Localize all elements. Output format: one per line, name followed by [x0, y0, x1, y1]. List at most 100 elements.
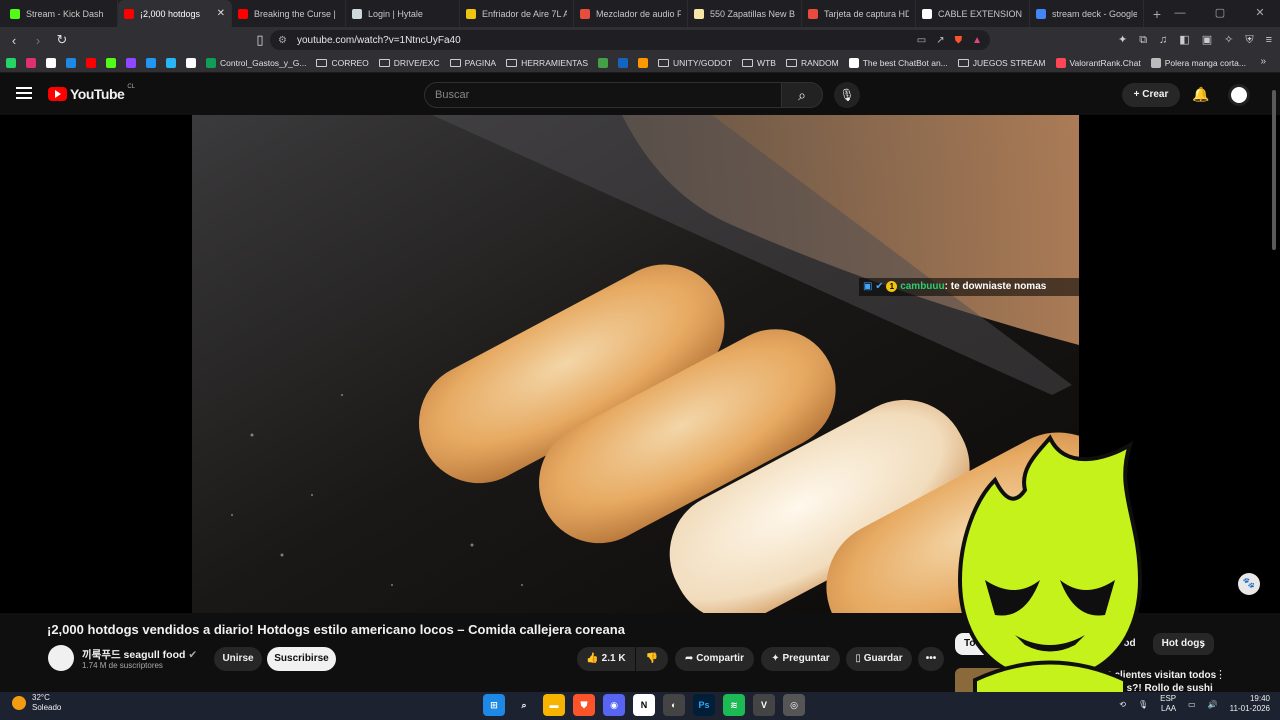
- browser-tab[interactable]: ¡2,000 hotdogs ✕: [118, 0, 232, 27]
- filter-chip[interactable]: ood: [1108, 633, 1144, 655]
- brave-shield-icon[interactable]: ⛊: [955, 35, 963, 46]
- bookmark-item[interactable]: [146, 57, 156, 68]
- notion-icon[interactable]: N: [633, 694, 655, 716]
- bookmark-folder[interactable]: PAGINA: [449, 58, 496, 68]
- search-taskbar-icon[interactable]: ⌕: [513, 694, 535, 716]
- minimize-icon[interactable]: —: [1160, 0, 1200, 27]
- save-button[interactable]: ▯ Guardar: [846, 647, 912, 671]
- search-input[interactable]: Buscar: [424, 82, 782, 108]
- bookmark-folder[interactable]: JUEGOS STREAM: [957, 58, 1046, 68]
- filter-chip[interactable]: Todos: [955, 633, 1003, 655]
- bookmark-item[interactable]: [618, 57, 629, 68]
- page-scrollbar[interactable]: [1272, 90, 1276, 250]
- more-actions-button[interactable]: •••: [918, 647, 944, 671]
- bookmark-item[interactable]: Polera manga corta...: [1150, 57, 1246, 68]
- file-explorer-icon[interactable]: ▬: [543, 694, 565, 716]
- bookmark-folder[interactable]: WTB: [742, 58, 776, 68]
- like-button[interactable]: 👍 2.1 K: [577, 647, 635, 671]
- obs-icon[interactable]: ◎: [783, 694, 805, 716]
- language-indicator[interactable]: ESP LAA: [1160, 694, 1176, 714]
- chip-next-icon[interactable]: ›: [1200, 636, 1205, 654]
- clock[interactable]: 19:40 11-01-2026: [1230, 694, 1270, 714]
- bookmark-item[interactable]: [86, 57, 96, 68]
- bookmark-page-icon[interactable]: ▯: [250, 32, 270, 48]
- voice-search-button[interactable]: 🎙: [834, 82, 860, 108]
- cast-icon[interactable]: ▭: [917, 35, 926, 46]
- bookmark-item[interactable]: [6, 57, 16, 68]
- valorant-icon[interactable]: V: [753, 694, 775, 716]
- subscribe-button[interactable]: Suscribirse: [267, 647, 336, 671]
- discord-icon[interactable]: ◉: [603, 694, 625, 716]
- microphone-tray-icon[interactable]: 🎙: [1138, 700, 1148, 709]
- leo-icon[interactable]: ✧: [1224, 30, 1233, 50]
- blender-icon[interactable]: ◐: [663, 694, 685, 716]
- channel-name[interactable]: 끼룩푸드 seagull food ✔: [82, 647, 197, 662]
- browser-tab[interactable]: 550 Zapatillas New Bal: [688, 0, 802, 27]
- photoshop-icon[interactable]: Ps: [693, 694, 715, 716]
- recommended-thumbnail[interactable]: [955, 668, 1089, 692]
- bookmark-item[interactable]: [126, 57, 136, 68]
- spotify-icon[interactable]: ≋: [723, 694, 745, 716]
- paw-overlay-icon[interactable]: 🐾: [1238, 573, 1260, 595]
- bookmark-item[interactable]: [46, 57, 56, 68]
- weather-widget[interactable]: 32°C Soleado: [12, 693, 61, 713]
- browser-tab[interactable]: Login | Hytale: [346, 0, 460, 27]
- bookmark-item[interactable]: Control_Gastos_y_G...: [206, 57, 306, 68]
- browser-tab[interactable]: stream deck - Google: [1030, 0, 1144, 27]
- share-button[interactable]: ➦ Compartir: [675, 647, 754, 671]
- back-icon[interactable]: ‹: [4, 33, 24, 48]
- close-window-icon[interactable]: ✕: [1240, 0, 1280, 27]
- youtube-logo[interactable]: YouTube CL: [48, 84, 135, 102]
- bookmark-item[interactable]: The best ChatBot an...: [848, 57, 948, 68]
- reload-icon[interactable]: ↻: [52, 32, 72, 48]
- bookmark-folder[interactable]: CORREO: [316, 58, 369, 68]
- wallet-icon[interactable]: ▣: [1202, 30, 1212, 50]
- bookmark-folder[interactable]: DRIVE/EXC: [378, 58, 440, 68]
- bookmark-item[interactable]: [598, 57, 609, 68]
- volume-icon[interactable]: 🔊: [1208, 700, 1218, 709]
- site-info-icon[interactable]: ⚙: [278, 35, 287, 46]
- more-bookmarks-icon[interactable]: »: [1260, 56, 1266, 67]
- notifications-bell-icon[interactable]: 🔔: [1192, 86, 1209, 103]
- browser-tab[interactable]: Breaking the Curse | N: [232, 0, 346, 27]
- recommended-menu-icon[interactable]: ⋮: [1215, 668, 1226, 681]
- browser-tab[interactable]: Tarjeta de captura HDI: [802, 0, 916, 27]
- sidebar-icon[interactable]: ◧: [1179, 30, 1189, 50]
- bookmark-item[interactable]: [106, 57, 116, 68]
- guide-menu-icon[interactable]: [16, 87, 32, 99]
- address-field[interactable]: ⚙ youtube.com/watch?v=1NtncUyFa40 ▭ ↗ ⛊ …: [270, 30, 990, 50]
- bookmark-item[interactable]: ValorantRank.Chat: [1055, 57, 1141, 68]
- browser-tab[interactable]: Mezclador de audio FI: [574, 0, 688, 27]
- browser-tab[interactable]: Enfriador de Aire 7L AC: [460, 0, 574, 27]
- bookmark-item[interactable]: [26, 57, 36, 68]
- join-button[interactable]: Unirse: [214, 647, 262, 671]
- media-icon[interactable]: ♫: [1159, 30, 1167, 50]
- sync-icon[interactable]: ⟲: [1119, 700, 1126, 709]
- share-icon[interactable]: ↗: [936, 35, 944, 46]
- browser-tab[interactable]: CABLE EXTENSION MA: [916, 0, 1030, 27]
- bookmark-item[interactable]: [66, 57, 76, 68]
- extensions-icon[interactable]: ✦: [1118, 30, 1127, 50]
- bookmark-item[interactable]: [638, 57, 649, 68]
- bookmark-item[interactable]: [186, 57, 196, 68]
- maximize-icon[interactable]: ▢: [1200, 0, 1240, 27]
- forward-icon[interactable]: ›: [28, 33, 48, 48]
- dislike-button[interactable]: 👎: [636, 647, 668, 671]
- menu-icon[interactable]: ≡: [1266, 30, 1272, 50]
- ask-button[interactable]: ✦ Preguntar: [761, 647, 840, 671]
- start-menu-icon[interactable]: ⊞: [483, 694, 505, 716]
- bookmark-folder[interactable]: UNITY/GODOT: [658, 58, 732, 68]
- tab-close-icon[interactable]: ✕: [217, 8, 225, 19]
- bookmark-item[interactable]: [166, 57, 176, 68]
- create-button[interactable]: + Crear: [1122, 83, 1180, 107]
- network-icon[interactable]: ▭: [1188, 700, 1196, 709]
- screenshot-icon[interactable]: ⧉: [1139, 30, 1147, 50]
- channel-avatar[interactable]: [48, 645, 74, 671]
- vpn-icon[interactable]: ⛨: [1245, 30, 1253, 50]
- browser-tab[interactable]: Stream - Kick Dash: [4, 0, 118, 27]
- rewards-icon[interactable]: ▲: [972, 35, 982, 46]
- search-button[interactable]: ⌕: [781, 82, 823, 108]
- video-player[interactable]: [192, 115, 1079, 613]
- bookmark-folder[interactable]: HERRAMIENTAS: [506, 58, 588, 68]
- brave-browser-icon[interactable]: ⛊: [573, 694, 595, 716]
